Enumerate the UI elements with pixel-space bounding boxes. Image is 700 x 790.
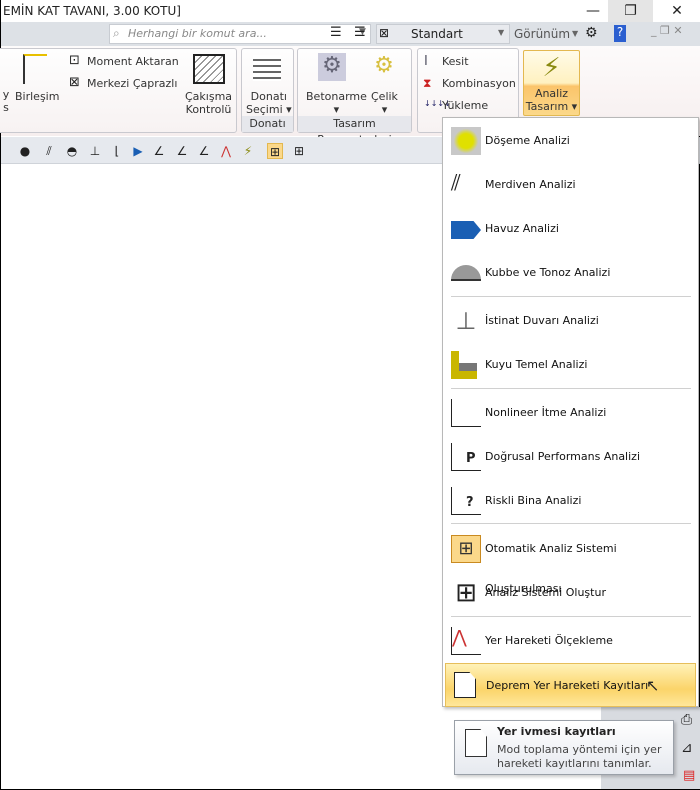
menu-item-merdiven[interactable]: ⫽ Merdiven Analizi	[445, 165, 696, 205]
ground-motion-icon: ⋀	[451, 627, 481, 655]
risky-building-icon: ?	[451, 487, 481, 515]
document-icon	[465, 729, 487, 757]
performance-icon: P	[451, 443, 481, 471]
yukleme-button[interactable]: Yükleme	[442, 99, 488, 112]
kesit-icon: I	[424, 54, 428, 69]
kesit-button[interactable]: Kesit	[442, 55, 469, 68]
ground-motion-icon[interactable]: ⋀	[218, 143, 234, 159]
view-menu[interactable]: Görünüm	[514, 27, 570, 41]
performance-icon[interactable]: ∠	[174, 143, 190, 159]
menu-item-analiz-sistemi[interactable]: ⊞ Analiz Sistemi Oluştur	[445, 573, 696, 613]
layers2-icon[interactable]: ☰	[354, 25, 366, 40]
tooltip: Yer ivmesi kayıtları Mod toplama yöntemi…	[454, 720, 674, 775]
celik-button[interactable]: Çelik ▾	[371, 90, 398, 116]
stair-icon[interactable]: ⫽	[41, 143, 57, 159]
search-icon: ⌕	[113, 26, 120, 40]
style-select[interactable]: Standart	[376, 24, 510, 44]
moment-button[interactable]: Moment Aktaran	[87, 55, 179, 68]
pool-icon[interactable]: ▶	[130, 143, 146, 159]
donati-secimi-button[interactable]: Donatı Seçimi ▾	[246, 90, 292, 116]
menu-item-istinat[interactable]: ⊥ İstinat Duvarı Analizi	[445, 301, 696, 341]
cakisma-icon	[193, 54, 225, 84]
restore-button[interactable]: ❐	[608, 0, 653, 22]
well-icon[interactable]: ⌊	[109, 143, 125, 159]
analiz-tasarim-button[interactable]: ⚡ Analiz Tasarım ▾	[523, 50, 580, 116]
auto-system-icon[interactable]: ⊞	[267, 143, 283, 159]
lightning-icon[interactable]: ⚡	[240, 143, 256, 159]
lightning-icon: ⚡	[542, 53, 561, 83]
cut-button[interactable]: ys	[1, 88, 11, 114]
menu-item-deprem[interactable]: Deprem Yer Hareketi Kayıtları ↖	[445, 663, 696, 707]
merkezi-button[interactable]: Merkezi Çaprazlı	[87, 77, 177, 90]
donati-icon	[253, 55, 281, 81]
stair-icon: ⫽	[451, 171, 461, 196]
report-icon[interactable]: ▤	[683, 768, 695, 783]
betonarme-button[interactable]: Betonarme ▾	[306, 90, 367, 116]
menu-item-nonlineer[interactable]: Nonlineer İtme Analizi	[445, 393, 696, 433]
kombinasyon-button[interactable]: Kombinasyon	[442, 77, 516, 90]
menu-item-kuyu[interactable]: Kuyu Temel Analizi	[445, 345, 696, 385]
retaining-wall-icon[interactable]: ⊥	[87, 143, 103, 159]
pushover-icon	[451, 399, 481, 427]
cakisma-button[interactable]: Çakışma Kontrolü	[185, 90, 232, 116]
grid-icon[interactable]: ⊞	[291, 143, 307, 159]
menu-item-kubbe[interactable]: Kubbe ve Tonoz Analizi	[445, 253, 696, 293]
well-icon	[451, 351, 477, 379]
kombinasyon-icon: ⧗	[423, 76, 432, 90]
pushover-icon[interactable]: ∠	[151, 143, 167, 159]
moment-icon: ⊡	[69, 53, 80, 68]
slab-icon[interactable]: ●	[17, 143, 33, 159]
dome-icon[interactable]: ◓	[64, 143, 80, 159]
tooltip-body: Mod toplama yöntemi için yer hareketi ka…	[497, 743, 662, 770]
birlesim-button[interactable]: Birleşim	[15, 90, 59, 103]
menu-item-otomatik[interactable]: ⊞ Otomatik Analiz Sistemi Oluşturulması	[445, 529, 696, 595]
view-chevron-icon[interactable]: ▼	[572, 29, 578, 38]
document-icon	[454, 672, 476, 698]
menu-item-yer-hareketi[interactable]: ⋀ Yer Hareketi Ölçekleme	[445, 621, 696, 661]
help-icon[interactable]: ?	[614, 25, 626, 42]
cursor-icon: ↖	[646, 676, 660, 695]
box-icon: ⊠	[379, 26, 390, 40]
tool-icon[interactable]: ⚙	[585, 25, 598, 41]
grid-icon: ⊞	[455, 578, 477, 608]
birlesim-icon	[23, 54, 47, 84]
risky-icon[interactable]: ∠	[196, 143, 212, 159]
pool-icon	[451, 221, 481, 239]
merkezi-icon: ⊠	[69, 75, 80, 90]
dome-icon	[451, 265, 481, 281]
chevron-down-icon[interactable]: ▼	[498, 28, 504, 37]
tooltip-title: Yer ivmesi kayıtları	[497, 725, 616, 738]
auto-system-icon: ⊞	[451, 535, 481, 563]
chart-icon[interactable]: ⊿	[681, 740, 693, 756]
menu-item-dogrusal[interactable]: P Doğrusal Performans Analizi	[445, 437, 696, 477]
betonarme-icon: ⚙	[318, 53, 346, 81]
menu-item-doseme[interactable]: Döşeme Analizi	[445, 121, 696, 161]
mdi-controls[interactable]: _ ❐ ✕	[651, 24, 683, 37]
menu-item-riskli[interactable]: ? Riskli Bina Analizi	[445, 481, 696, 521]
retaining-wall-icon: ⊥	[455, 307, 477, 335]
print-icon[interactable]: ⎙	[681, 712, 692, 728]
layers-icon[interactable]: ☰	[330, 25, 342, 40]
slab-icon	[451, 127, 481, 155]
menu-item-havuz[interactable]: Havuz Analizi	[445, 209, 696, 249]
analiz-dropdown-menu: Döşeme Analizi ⫽ Merdiven Analizi Havuz A…	[442, 117, 699, 707]
celik-icon: ⚙	[374, 53, 394, 78]
close-button[interactable]: ✕	[655, 0, 699, 22]
